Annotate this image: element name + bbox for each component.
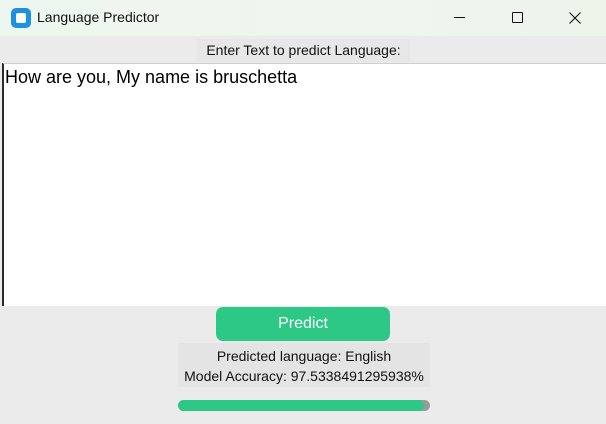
text-input[interactable]: How are you, My name is bruschetta — [2, 63, 606, 306]
prompt-label: Enter Text to predict Language: — [197, 39, 410, 62]
title-bar[interactable]: Language Predictor — [0, 0, 606, 36]
predicted-language-text: Predicted language: English — [216, 348, 392, 364]
result-panel: Predicted language: English Model Accura… — [178, 343, 430, 387]
app-window: Language Predictor Enter Text to predict… — [0, 0, 606, 424]
accuracy-progress-fill — [178, 400, 424, 411]
predict-button[interactable]: Predict — [216, 307, 390, 341]
model-accuracy-text: Model Accuracy: 97.5338491295938% — [184, 368, 424, 384]
close-icon — [569, 12, 581, 24]
close-button[interactable] — [546, 0, 604, 36]
window-title: Language Predictor — [37, 9, 160, 25]
minimize-button[interactable] — [430, 0, 488, 36]
accuracy-progress-bar — [178, 400, 430, 411]
app-window-icon — [11, 8, 31, 28]
maximize-button[interactable] — [488, 0, 546, 36]
